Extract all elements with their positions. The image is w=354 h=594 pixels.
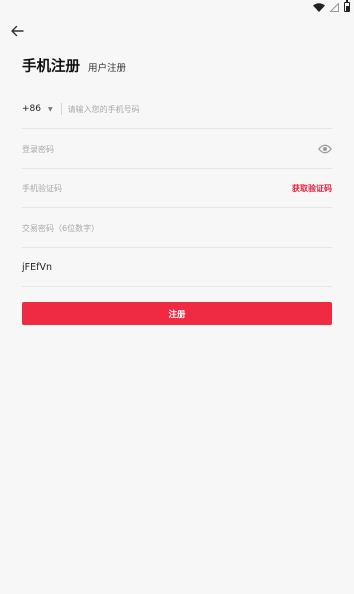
country-code-select[interactable]: +86 ▼: [22, 104, 53, 114]
signal-icon: [330, 2, 339, 12]
caret-down-icon: ▼: [48, 105, 53, 113]
password-input[interactable]: [22, 130, 318, 168]
status-bar: [0, 0, 354, 14]
title-row: 手机注册 用户注册: [22, 55, 126, 76]
divider: [60, 103, 62, 115]
phone-input[interactable]: [67, 90, 332, 128]
password-row: [22, 130, 332, 169]
back-arrow-icon[interactable]: [9, 23, 25, 39]
get-code-button[interactable]: 获取验证码: [292, 183, 332, 194]
country-code-value: +86: [22, 104, 41, 114]
trade-password-row: [22, 209, 332, 248]
register-screen: 手机注册 用户注册 +86 ▼ 获取验证码 jFEfVn 注册: [0, 0, 354, 594]
sms-code-row: 获取验证码: [22, 169, 332, 208]
status-icons: [313, 0, 350, 12]
tab-user-register[interactable]: 用户注册: [88, 60, 126, 74]
trade-password-input[interactable]: [22, 209, 332, 247]
register-button[interactable]: 注册: [22, 302, 332, 325]
captcha-row[interactable]: jFEfVn: [22, 248, 332, 287]
page-title: 手机注册: [22, 59, 80, 75]
captcha-value: jFEfVn: [22, 261, 52, 273]
battery-icon: [344, 0, 350, 12]
eye-icon[interactable]: [318, 144, 332, 154]
sms-code-input[interactable]: [22, 169, 292, 207]
phone-row: +86 ▼: [22, 90, 332, 129]
wifi-icon: [313, 2, 325, 12]
